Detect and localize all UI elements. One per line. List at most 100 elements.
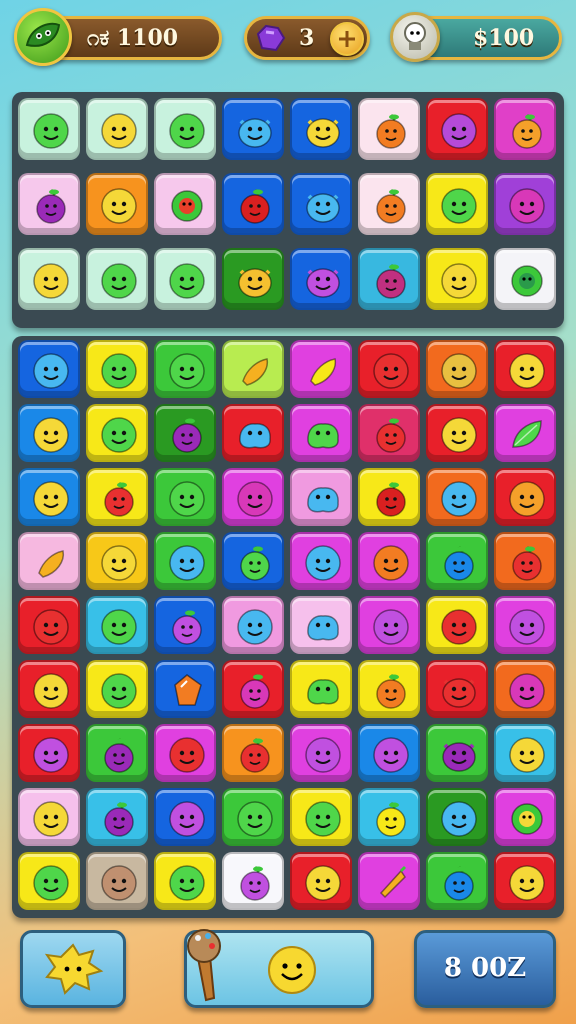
top-tile[interactable] [18, 248, 80, 310]
top-tile[interactable] [426, 98, 488, 160]
main-tile[interactable] [494, 532, 556, 590]
main-tile[interactable] [154, 724, 216, 782]
main-tile[interactable] [222, 468, 284, 526]
main-tile[interactable] [358, 404, 420, 462]
main-tile[interactable] [86, 340, 148, 398]
main-tile[interactable] [426, 724, 488, 782]
lightbulb-icon[interactable] [390, 12, 440, 62]
main-tile[interactable] [18, 404, 80, 462]
main-tile[interactable] [154, 532, 216, 590]
main-tile[interactable] [154, 788, 216, 846]
main-tile[interactable] [222, 852, 284, 910]
main-tile[interactable] [290, 660, 352, 718]
main-tile[interactable] [86, 596, 148, 654]
top-tile[interactable] [154, 248, 216, 310]
main-tile[interactable] [222, 404, 284, 462]
plus-icon[interactable] [330, 22, 364, 56]
main-tile[interactable] [154, 404, 216, 462]
top-tile[interactable] [154, 173, 216, 235]
main-tile[interactable] [222, 660, 284, 718]
main-tile[interactable] [290, 340, 352, 398]
main-tile[interactable] [222, 532, 284, 590]
main-tile[interactable] [86, 852, 148, 910]
main-tile[interactable] [154, 468, 216, 526]
top-tile[interactable] [154, 98, 216, 160]
main-tile[interactable] [290, 852, 352, 910]
main-tile[interactable] [18, 660, 80, 718]
main-tile[interactable] [426, 788, 488, 846]
main-tile[interactable] [18, 724, 80, 782]
top-tile[interactable] [86, 173, 148, 235]
top-tile[interactable] [426, 173, 488, 235]
main-tile[interactable] [290, 468, 352, 526]
main-tile[interactable] [358, 788, 420, 846]
main-tile[interactable] [86, 788, 148, 846]
main-tile[interactable] [18, 532, 80, 590]
top-tile[interactable] [222, 173, 284, 235]
main-tile[interactable] [18, 788, 80, 846]
top-tile[interactable] [222, 98, 284, 160]
main-tile[interactable] [426, 340, 488, 398]
top-tile[interactable] [290, 98, 352, 160]
main-tile[interactable] [290, 532, 352, 590]
top-tile[interactable] [494, 248, 556, 310]
main-tile[interactable] [494, 852, 556, 910]
main-tile[interactable] [426, 404, 488, 462]
main-tile[interactable] [222, 340, 284, 398]
main-tile[interactable] [426, 596, 488, 654]
main-tile[interactable] [18, 596, 80, 654]
main-tile[interactable] [86, 724, 148, 782]
top-tile[interactable] [290, 173, 352, 235]
main-tile[interactable] [494, 724, 556, 782]
leaf-icon[interactable] [14, 8, 72, 66]
booster-button[interactable] [20, 930, 126, 1008]
top-tile[interactable] [358, 98, 420, 160]
main-tile[interactable] [222, 788, 284, 846]
main-tile[interactable] [358, 340, 420, 398]
top-tile[interactable] [18, 173, 80, 235]
main-tile[interactable] [290, 788, 352, 846]
main-tile[interactable] [494, 660, 556, 718]
main-tile[interactable] [290, 596, 352, 654]
main-tile[interactable] [86, 404, 148, 462]
main-tile[interactable] [494, 596, 556, 654]
top-tile[interactable] [358, 248, 420, 310]
main-tile[interactable] [18, 468, 80, 526]
main-tile[interactable] [290, 404, 352, 462]
main-tile[interactable] [358, 532, 420, 590]
main-tile[interactable] [494, 468, 556, 526]
top-tile[interactable] [494, 98, 556, 160]
main-tile[interactable] [494, 788, 556, 846]
main-tile[interactable] [426, 468, 488, 526]
main-tile[interactable] [494, 404, 556, 462]
main-tile[interactable] [18, 852, 80, 910]
main-tile[interactable] [358, 852, 420, 910]
top-tile[interactable] [86, 98, 148, 160]
main-tile[interactable] [18, 340, 80, 398]
top-tile[interactable] [290, 248, 352, 310]
main-tile[interactable] [358, 660, 420, 718]
main-tile[interactable] [86, 468, 148, 526]
main-tile[interactable] [290, 724, 352, 782]
main-tile[interactable] [222, 724, 284, 782]
ice-cream-hammer-icon[interactable] [180, 924, 230, 1004]
main-tile[interactable] [426, 532, 488, 590]
main-tile[interactable] [154, 340, 216, 398]
main-tile[interactable] [358, 596, 420, 654]
main-tile[interactable] [494, 340, 556, 398]
top-tile[interactable] [86, 248, 148, 310]
main-tile[interactable] [86, 532, 148, 590]
main-tile[interactable] [426, 852, 488, 910]
top-tile[interactable] [18, 98, 80, 160]
main-tile[interactable] [86, 660, 148, 718]
top-tile[interactable] [494, 173, 556, 235]
main-tile[interactable] [154, 660, 216, 718]
top-tile[interactable] [222, 248, 284, 310]
top-tile[interactable] [426, 248, 488, 310]
main-tile[interactable] [154, 596, 216, 654]
main-tile[interactable] [222, 596, 284, 654]
main-tile[interactable] [154, 852, 216, 910]
top-tile[interactable] [358, 173, 420, 235]
main-tile[interactable] [426, 660, 488, 718]
main-tile[interactable] [358, 724, 420, 782]
